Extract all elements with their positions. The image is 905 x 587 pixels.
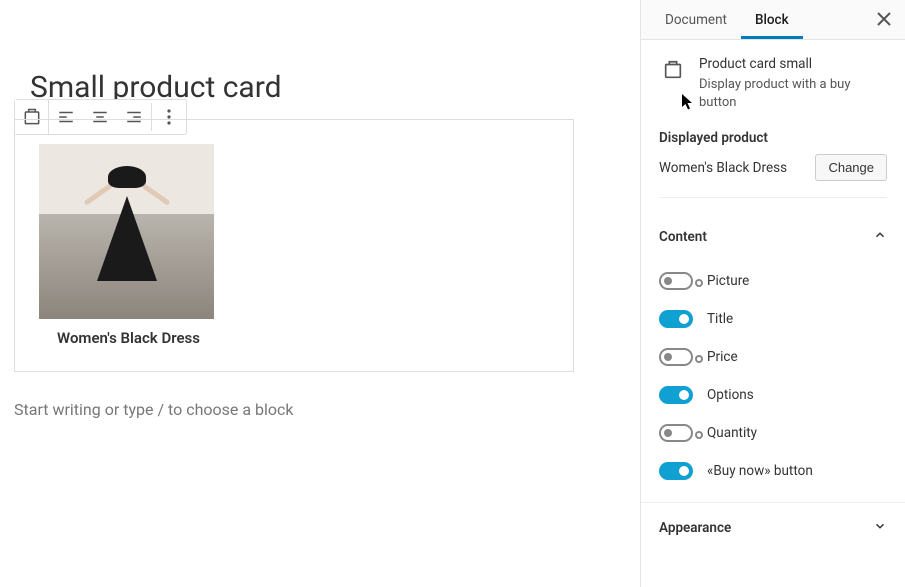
tab-document[interactable]: Document [651, 1, 741, 39]
toggle-picture[interactable] [659, 272, 693, 290]
toggle-quantity[interactable] [659, 424, 693, 442]
settings-sidebar: Document Block Product card small Displa… [640, 0, 905, 587]
toggle-options[interactable] [659, 386, 693, 404]
product-image [39, 144, 214, 319]
toggle-price-label: Price [707, 349, 738, 365]
chevron-down-icon [873, 519, 887, 537]
toggle-title-row: Title [641, 300, 905, 338]
appearance-panel-label: Appearance [659, 520, 731, 536]
toggle-options-row: Options [641, 376, 905, 414]
toggle-title[interactable] [659, 310, 693, 328]
change-product-button[interactable]: Change [815, 154, 887, 181]
toggle-picture-label: Picture [707, 273, 749, 289]
appearance-panel-header[interactable]: Appearance [641, 503, 905, 553]
sidebar-tabs: Document Block [641, 0, 905, 40]
toggle-quantity-label: Quantity [707, 425, 757, 441]
product-card-block[interactable]: Women's Black Dress [14, 119, 574, 372]
editor-canvas: Small product card Women's Bl [0, 0, 640, 419]
product-card-title: Women's Black Dress [57, 329, 549, 347]
block-info-description: Display product with a buy button [699, 76, 887, 112]
displayed-product-value: Women's Black Dress [659, 160, 787, 176]
chevron-up-icon [873, 228, 887, 246]
toggle-buy-now[interactable] [659, 462, 693, 480]
toggle-quantity-row: Quantity [641, 414, 905, 452]
content-panel-label: Content [659, 229, 707, 245]
toggle-price[interactable] [659, 348, 693, 366]
block-info: Product card small Display product with … [641, 40, 905, 130]
content-panel-header[interactable]: Content [641, 212, 905, 262]
toggle-buy-now-row: «Buy now» button [641, 452, 905, 490]
displayed-product-row: Women's Black Dress Change [659, 154, 887, 198]
toggle-picture-row: Picture [641, 262, 905, 300]
close-sidebar-button[interactable] [877, 11, 891, 30]
shopping-bag-icon [659, 56, 687, 84]
new-block-placeholder[interactable]: Start writing or type / to choose a bloc… [14, 400, 610, 419]
block-info-title: Product card small [699, 56, 887, 72]
tab-block[interactable]: Block [741, 1, 803, 39]
toggle-price-row: Price [641, 338, 905, 376]
displayed-product-label: Displayed product [659, 130, 887, 146]
toggle-title-label: Title [707, 311, 733, 327]
toggle-options-label: Options [707, 387, 754, 403]
toggle-buy-now-label: «Buy now» button [707, 463, 813, 479]
